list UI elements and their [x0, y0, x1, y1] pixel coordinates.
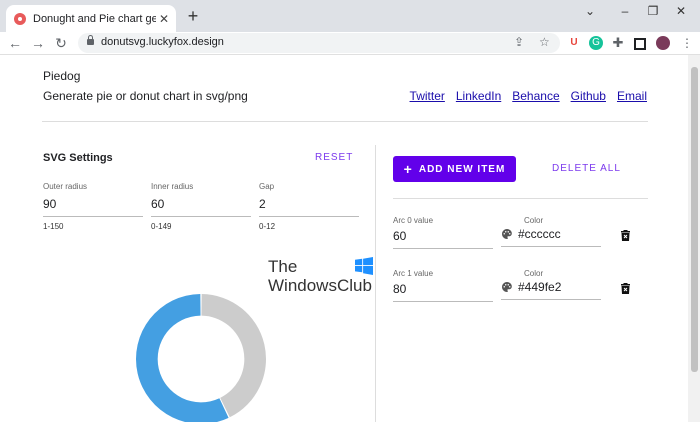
link-behance[interactable]: Behance	[512, 89, 559, 103]
outer-radius-label: Outer radius	[43, 182, 88, 191]
browser-toolbar: ← → ↻ donutsvg.luckyfox.design ⇪ ☆ U G ✚…	[0, 32, 700, 55]
brand-name: Piedog	[43, 69, 81, 83]
arc-item-1: Arc 1 value 80 Color #449fe2	[393, 269, 653, 305]
gap-field[interactable]: Gap 2 0-12	[259, 182, 359, 231]
arc-1-color-field[interactable]: Color #449fe2	[501, 269, 601, 300]
outer-radius-input[interactable]: 90	[43, 197, 143, 217]
palette-icon[interactable]	[501, 281, 513, 293]
tagline: Generate pie or donut chart in svg/png	[43, 89, 248, 103]
svg-settings-title: SVG Settings	[43, 152, 113, 164]
page-content: Piedog Generate pie or donut chart in sv…	[0, 55, 688, 422]
arc-0-value-input[interactable]: 60	[393, 229, 493, 249]
add-new-item-button[interactable]: + ADD NEW ITEM	[393, 156, 516, 182]
reload-icon[interactable]: ↻	[52, 34, 70, 52]
arc-1-value-label: Arc 1 value	[393, 269, 434, 278]
link-linkedin[interactable]: LinkedIn	[456, 89, 501, 103]
arc-1-color-input[interactable]: #449fe2	[518, 280, 561, 294]
extension-u-icon[interactable]: U	[567, 36, 581, 50]
trash-icon[interactable]	[621, 230, 630, 241]
delete-all-button[interactable]: DELETE ALL	[552, 163, 621, 174]
arc-item-0: Arc 0 value 60 Color #cccccc	[393, 216, 653, 252]
header-divider	[42, 121, 648, 122]
page-scrollbar[interactable]	[688, 55, 700, 422]
tab-search-icon[interactable]: ⌄	[578, 4, 602, 18]
arc-0-color-field[interactable]: Color #cccccc	[501, 216, 601, 247]
grammarly-icon[interactable]: G	[589, 36, 603, 50]
arc-0-value-field[interactable]: Arc 0 value 60	[393, 216, 493, 249]
arc-1-value-field[interactable]: Arc 1 value 80	[393, 269, 493, 302]
bookmark-star-icon[interactable]: ☆	[539, 35, 550, 49]
arc-0-value-label: Arc 0 value	[393, 216, 434, 225]
reset-button[interactable]: RESET	[315, 152, 353, 163]
palette-icon[interactable]	[501, 228, 513, 240]
link-github[interactable]: Github	[571, 89, 606, 103]
add-new-item-label: ADD NEW ITEM	[418, 163, 506, 175]
items-divider	[393, 198, 648, 199]
outer-radius-hint: 1-150	[43, 222, 64, 231]
url-text: donutsvg.luckyfox.design	[101, 36, 224, 48]
link-email[interactable]: Email	[617, 89, 647, 103]
inner-radius-input[interactable]: 60	[151, 197, 251, 217]
profile-avatar[interactable]	[656, 36, 670, 50]
forward-arrow-icon[interactable]: →	[29, 34, 47, 52]
new-tab-button[interactable]: +	[184, 7, 202, 25]
tab-close-icon[interactable]: ✕	[156, 12, 172, 26]
donut-chart	[136, 294, 266, 422]
social-links: Twitter LinkedIn Behance Github Email	[410, 89, 647, 103]
arc-0-color-input[interactable]: #cccccc	[518, 227, 561, 241]
site-favicon-icon	[14, 12, 26, 25]
watermark-line-2: WindowsClub	[268, 276, 372, 295]
extensions-puzzle-icon[interactable]: ✚	[611, 36, 625, 50]
trash-icon[interactable]	[621, 283, 630, 294]
maximize-button[interactable]: ❐	[641, 4, 665, 18]
gap-hint: 0-12	[259, 222, 276, 231]
side-panel-icon[interactable]	[634, 38, 646, 50]
close-window-button[interactable]: ✕	[669, 4, 693, 18]
back-arrow-icon[interactable]: ←	[6, 34, 24, 52]
inner-radius-label: Inner radius	[151, 182, 194, 191]
gap-label: Gap	[259, 182, 275, 191]
inner-radius-hint: 0-149	[151, 222, 172, 231]
outer-radius-field[interactable]: Outer radius 90 1-150	[43, 182, 143, 231]
link-twitter[interactable]: Twitter	[410, 89, 445, 103]
tab-title: Donught and Pie chart generator	[33, 12, 156, 25]
plus-icon: +	[403, 161, 413, 177]
share-icon[interactable]: ⇪	[514, 35, 524, 49]
column-divider	[375, 145, 376, 422]
minimize-button[interactable]: –	[613, 4, 637, 18]
menu-kebab-icon[interactable]: ⋮	[680, 36, 694, 50]
windows-logo-icon	[355, 257, 373, 275]
address-bar[interactable]: donutsvg.luckyfox.design ⇪ ☆	[78, 33, 560, 53]
gap-input[interactable]: 2	[259, 197, 359, 217]
tab-strip: Donught and Pie chart generator ✕ + ⌄ – …	[0, 0, 700, 32]
arc-1-color-label: Color	[524, 269, 544, 278]
arc-1-value-input[interactable]: 80	[393, 282, 493, 302]
browser-tab[interactable]: Donught and Pie chart generator ✕	[6, 5, 176, 32]
lock-icon	[87, 35, 94, 45]
donut-slice-0	[201, 294, 266, 418]
inner-radius-field[interactable]: Inner radius 60 0-149	[151, 182, 251, 231]
scrollbar-thumb[interactable]	[691, 67, 698, 372]
arc-0-color-label: Color	[524, 216, 544, 225]
